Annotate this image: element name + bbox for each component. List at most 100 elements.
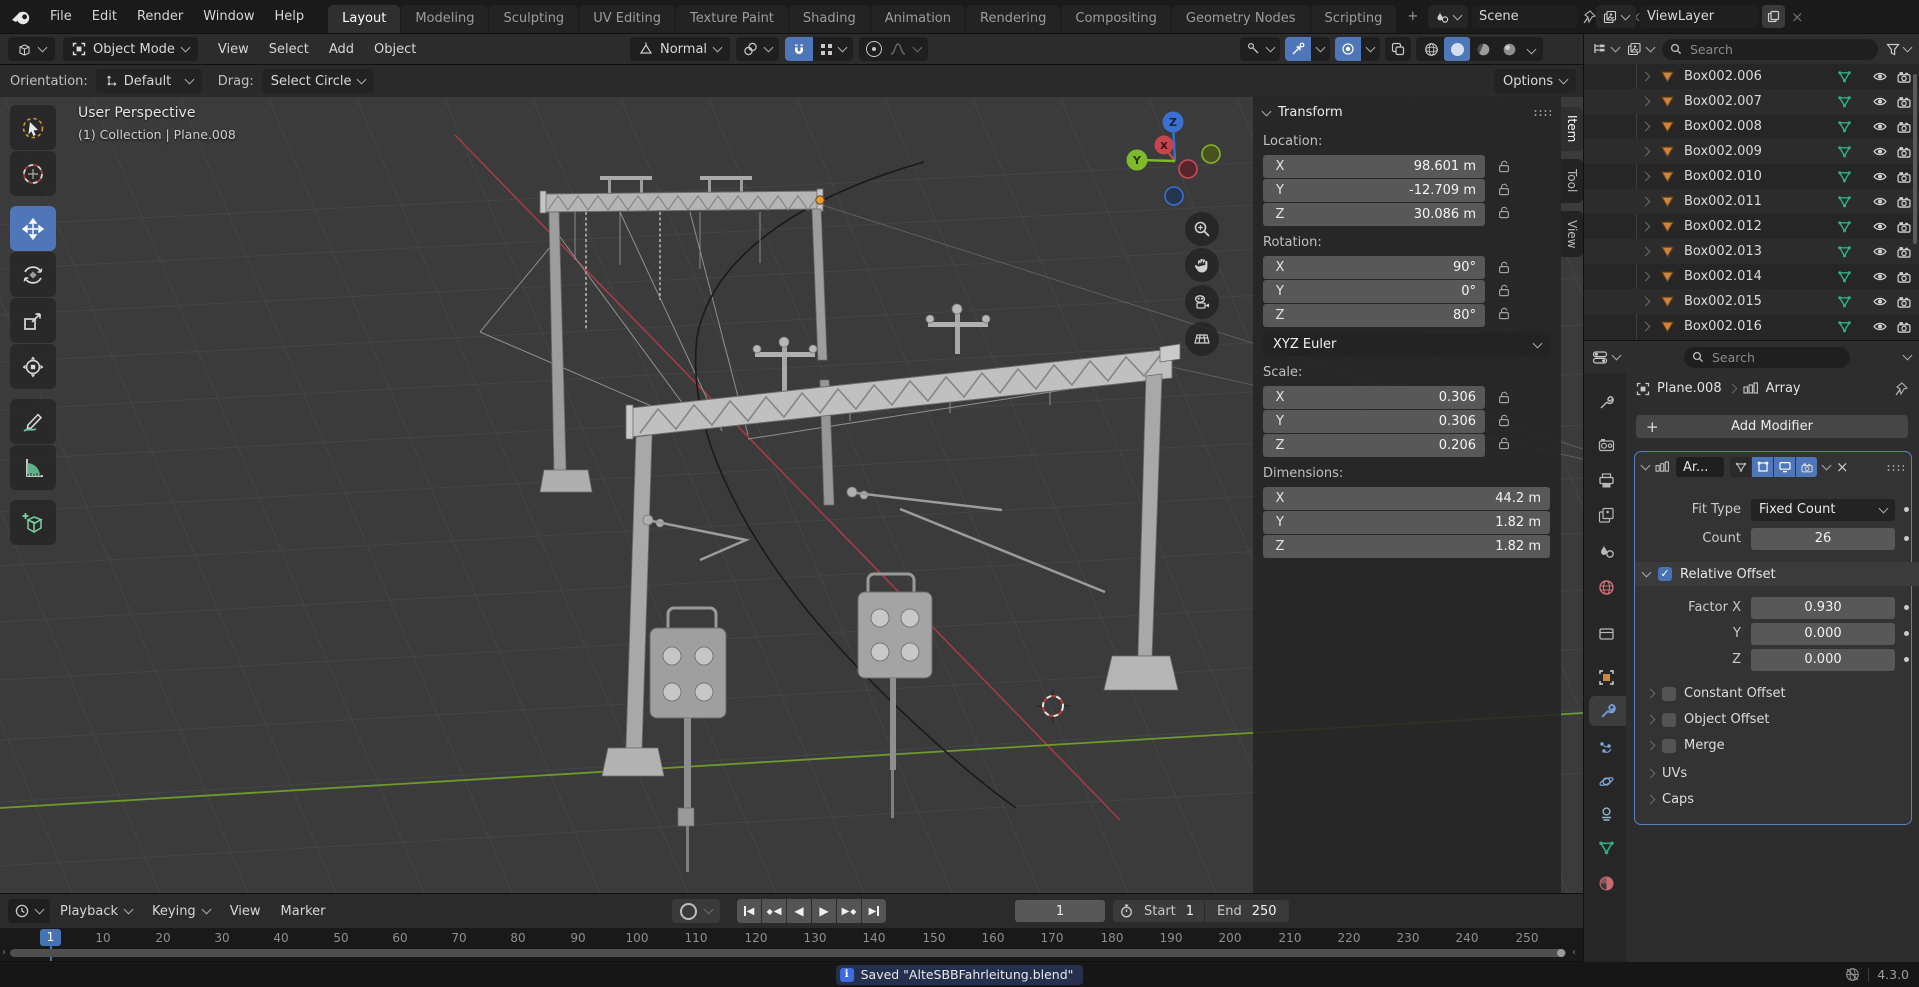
workspace-tab-rendering[interactable]: Rendering bbox=[966, 5, 1060, 33]
tool-cursor[interactable] bbox=[10, 151, 56, 196]
pin-icon[interactable] bbox=[1582, 10, 1596, 24]
rotation-y-field[interactable]: Y0° bbox=[1263, 280, 1485, 303]
rotation-z-field[interactable]: Z80° bbox=[1263, 304, 1485, 327]
expand-icon[interactable] bbox=[1641, 97, 1651, 107]
hide-eye-icon[interactable] bbox=[1873, 271, 1887, 282]
timeline-menu-playback[interactable]: Playback bbox=[50, 904, 142, 919]
gizmo-z-neg-axis[interactable] bbox=[1165, 187, 1183, 205]
section-uvs[interactable]: UVs bbox=[1647, 766, 1687, 781]
tab-modifiers[interactable] bbox=[1589, 696, 1626, 726]
fit-type-dropdown[interactable]: Fixed Count bbox=[1751, 499, 1895, 521]
navigation-gizmo[interactable]: Z X Y bbox=[1120, 105, 1240, 215]
breadcrumb-modifier-name[interactable]: Array bbox=[1766, 381, 1801, 396]
dimensions-z-field[interactable]: Z1.82 m bbox=[1263, 535, 1550, 558]
tab-collection[interactable] bbox=[1587, 618, 1626, 648]
scale-z-field[interactable]: Z0.206 bbox=[1263, 434, 1485, 457]
lock-location-z-icon[interactable] bbox=[1497, 206, 1511, 219]
gizmo-y-neg-axis[interactable] bbox=[1202, 145, 1220, 163]
zoom-button[interactable] bbox=[1185, 212, 1219, 246]
orthographic-toggle-button[interactable] bbox=[1185, 322, 1219, 356]
lock-location-y-icon[interactable] bbox=[1497, 183, 1511, 196]
location-y-field[interactable]: Y-12.709 m bbox=[1263, 179, 1485, 202]
tool-scale[interactable] bbox=[10, 298, 56, 343]
falloff-curve-icon[interactable] bbox=[890, 43, 906, 55]
add-workspace-button[interactable]: + bbox=[1397, 9, 1428, 24]
tab-output[interactable] bbox=[1587, 465, 1626, 495]
hide-eye-icon[interactable] bbox=[1873, 196, 1887, 207]
scrollbar-right-arrow[interactable]: ‹ bbox=[1572, 947, 1576, 958]
shading-wireframe-button[interactable] bbox=[1418, 37, 1444, 61]
constant-offset-checkbox[interactable] bbox=[1662, 687, 1676, 701]
expand-icon[interactable] bbox=[1641, 272, 1651, 282]
tab-world[interactable] bbox=[1587, 572, 1626, 602]
dimensions-y-field[interactable]: Y1.82 m bbox=[1263, 511, 1550, 534]
outliner-row[interactable]: Box002.011 bbox=[1584, 189, 1919, 214]
modifier-collapse-icon[interactable] bbox=[1641, 461, 1651, 471]
viewport-menu-view[interactable]: View bbox=[208, 42, 259, 57]
lock-scale-z-icon[interactable] bbox=[1497, 437, 1511, 450]
play-button[interactable]: ▶ bbox=[812, 899, 836, 923]
modifier-on-cage-toggle[interactable] bbox=[1730, 457, 1751, 477]
next-keyframe-button[interactable]: ▶◆ bbox=[837, 899, 861, 923]
pivot-point-dropdown[interactable] bbox=[736, 37, 779, 61]
render-visibility-icon[interactable] bbox=[1897, 246, 1911, 258]
workspace-tab-layout[interactable]: Layout bbox=[328, 5, 400, 33]
proportional-editing-toggle[interactable] bbox=[866, 41, 882, 57]
render-visibility-icon[interactable] bbox=[1897, 96, 1911, 108]
options-dropdown[interactable]: Options bbox=[1494, 69, 1576, 93]
lock-rotation-y-icon[interactable] bbox=[1497, 284, 1511, 297]
tool-rotate[interactable] bbox=[10, 252, 56, 297]
snap-settings-dropdown[interactable] bbox=[813, 43, 853, 56]
jump-to-end-button[interactable]: ▶ bbox=[862, 899, 886, 923]
render-visibility-icon[interactable] bbox=[1897, 296, 1911, 308]
tab-view-layer[interactable] bbox=[1587, 500, 1626, 530]
render-visibility-icon[interactable] bbox=[1897, 171, 1911, 183]
lock-rotation-x-icon[interactable] bbox=[1497, 261, 1511, 274]
modifier-editmode-toggle[interactable] bbox=[1752, 457, 1773, 477]
tool-measure[interactable] bbox=[10, 445, 56, 490]
xray-toggle[interactable] bbox=[1385, 37, 1411, 61]
render-visibility-icon[interactable] bbox=[1897, 146, 1911, 158]
object-offset-checkbox[interactable] bbox=[1662, 713, 1676, 727]
properties-search-input[interactable] bbox=[1710, 349, 1814, 366]
expand-icon[interactable] bbox=[1641, 172, 1651, 182]
hide-eye-icon[interactable] bbox=[1873, 96, 1887, 107]
expand-icon[interactable] bbox=[1641, 122, 1651, 132]
snap-toggle[interactable] bbox=[785, 37, 813, 61]
location-z-field[interactable]: Z30.086 m bbox=[1263, 203, 1485, 226]
animate-decorator[interactable] bbox=[1904, 657, 1909, 662]
shading-solid-button[interactable] bbox=[1444, 37, 1470, 61]
gizmo-dropdown[interactable] bbox=[1311, 47, 1330, 51]
scene-type-dropdown[interactable] bbox=[1428, 5, 1468, 28]
workspace-tab-uv-editing[interactable]: UV Editing bbox=[579, 5, 675, 33]
factor-z-field[interactable]: 0.000 bbox=[1751, 649, 1895, 671]
hide-eye-icon[interactable] bbox=[1873, 321, 1887, 332]
modifier-delete-button[interactable]: × bbox=[1836, 458, 1849, 476]
end-frame-field[interactable]: End250 bbox=[1205, 900, 1289, 922]
outliner-row[interactable]: Box002.016 bbox=[1584, 314, 1919, 339]
start-frame-field[interactable]: Start1 bbox=[1140, 900, 1204, 922]
section-merge[interactable]: Merge bbox=[1647, 738, 1725, 753]
menu-file[interactable]: File bbox=[40, 9, 82, 24]
modifier-render-toggle[interactable] bbox=[1796, 457, 1817, 477]
shading-material-button[interactable] bbox=[1470, 37, 1496, 61]
timeline-menu-marker[interactable]: Marker bbox=[271, 904, 336, 919]
tool-transform[interactable] bbox=[10, 344, 56, 389]
outliner-row[interactable]: Box002.010 bbox=[1584, 164, 1919, 189]
hide-eye-icon[interactable] bbox=[1873, 171, 1887, 182]
outliner-row[interactable]: Box002.009 bbox=[1584, 139, 1919, 164]
timeline-editor-type-dropdown[interactable] bbox=[8, 899, 50, 923]
use-preview-range-toggle[interactable] bbox=[1113, 904, 1140, 918]
tool-add-cube[interactable] bbox=[10, 500, 56, 545]
overlays-dropdown[interactable] bbox=[1361, 47, 1380, 51]
menu-window[interactable]: Window bbox=[193, 9, 264, 24]
breadcrumb-object-name[interactable]: Plane.008 bbox=[1657, 381, 1722, 396]
scale-x-field[interactable]: X0.306 bbox=[1263, 386, 1485, 409]
hide-eye-icon[interactable] bbox=[1873, 296, 1887, 307]
render-visibility-icon[interactable] bbox=[1897, 271, 1911, 283]
auto-keying-toggle[interactable] bbox=[680, 903, 697, 920]
hide-eye-icon[interactable] bbox=[1873, 146, 1887, 157]
outliner-filter-dropdown[interactable] bbox=[1886, 43, 1911, 56]
expand-icon[interactable] bbox=[1641, 72, 1651, 82]
count-field[interactable]: 26 bbox=[1751, 528, 1895, 550]
